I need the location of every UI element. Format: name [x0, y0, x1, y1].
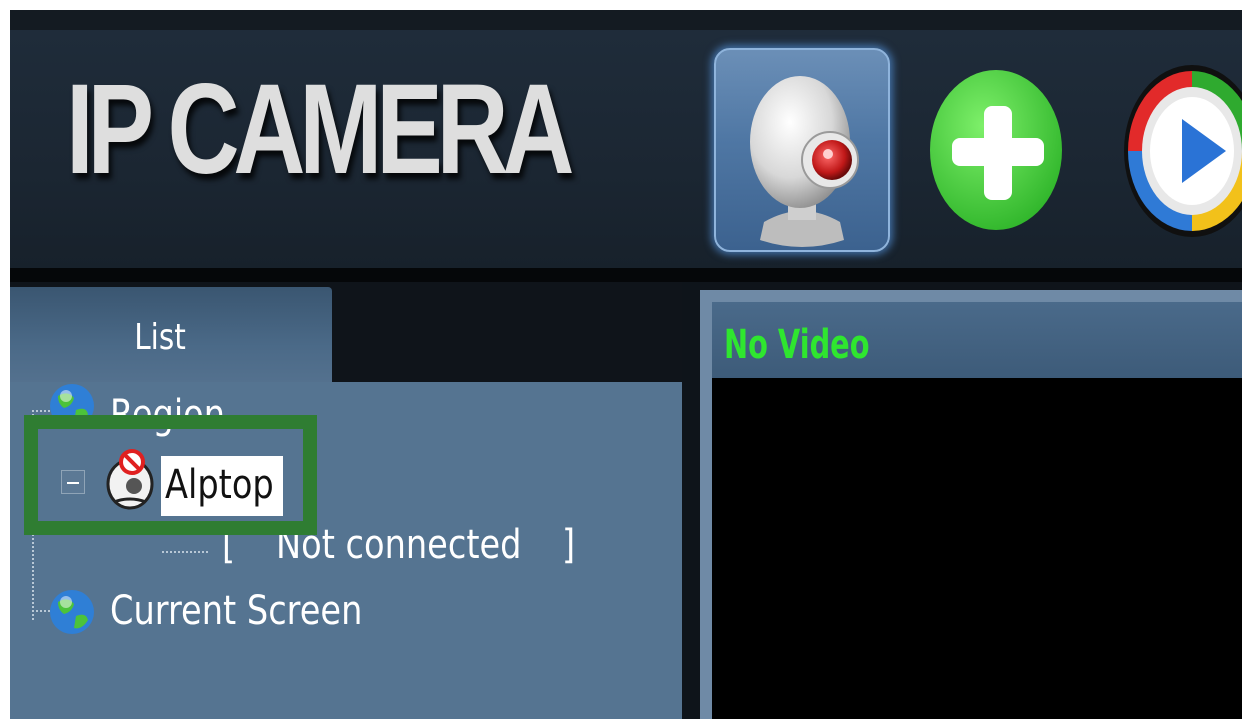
play-icon — [1124, 65, 1242, 237]
tab-list-label: List — [134, 317, 186, 358]
tree-connector — [162, 551, 208, 553]
play-button[interactable] — [1118, 55, 1242, 241]
add-camera-button[interactable] — [928, 60, 1064, 236]
webcam-icon — [750, 76, 859, 247]
globe-icon — [50, 590, 94, 634]
video-title: No Video — [724, 322, 870, 368]
app-logo: IP CAMERA — [66, 58, 575, 201]
header-divider — [10, 268, 1242, 282]
video-display[interactable] — [712, 378, 1242, 719]
plus-icon — [930, 70, 1062, 230]
video-title-bar: No Video — [712, 302, 1242, 378]
ip-camera-app: IP CAMERA List Region Alptop [Not conne… — [10, 10, 1242, 719]
tree-item-current-screen-label: Current Screen — [110, 588, 363, 634]
selection-highlight — [24, 415, 317, 535]
status-close-bracket: ] — [562, 522, 576, 568]
camera-button[interactable] — [714, 48, 890, 252]
panel-splitter[interactable] — [682, 282, 700, 719]
tab-list[interactable]: List — [10, 287, 332, 387]
